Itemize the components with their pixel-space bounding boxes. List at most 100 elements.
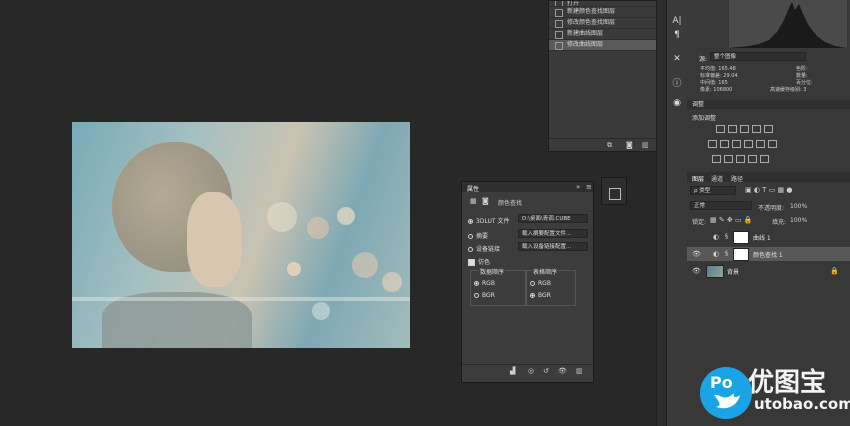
stat-percentile: 百分位: [796, 80, 813, 86]
invert-icon[interactable] [712, 155, 721, 163]
rgb-radio[interactable] [530, 281, 535, 286]
link-icon: § [725, 250, 728, 257]
table-order-bgr[interactable]: BGR [530, 292, 551, 299]
stat-mean: 平均值: 165.48 [700, 66, 736, 72]
camera-icon[interactable]: ◙ [626, 141, 633, 149]
hue-saturation-icon[interactable] [708, 140, 717, 148]
snapshot-doc-icon[interactable]: ⧉ [607, 141, 612, 150]
lut-file-select[interactable]: D:\桌面\青调.CUBE [518, 214, 588, 223]
properties-header: 属性 » ≡ [462, 182, 593, 193]
history-item[interactable]: 修改颜色查找图层 [549, 18, 657, 29]
libraries-icon[interactable]: ◉ [667, 98, 687, 108]
bird-logo-icon: Po [700, 367, 752, 419]
abstract-select[interactable]: 载入摘要配置文件... [518, 229, 588, 238]
layer-name: 曲线 1 [753, 235, 771, 242]
info-icon[interactable]: ⓘ [667, 76, 687, 89]
link-icon: § [725, 233, 728, 240]
selective-color-icon[interactable] [748, 155, 757, 163]
railing [72, 297, 410, 301]
curves-icon[interactable] [740, 125, 749, 133]
watermark-url: utobao.com [754, 395, 850, 413]
color-balance-icon[interactable] [720, 140, 729, 148]
stat-median: 中间值: 165 [700, 80, 728, 86]
history-item[interactable]: 新建曲线图层 [549, 29, 657, 40]
stat-cache-level: 高速缓存级别: 3 [770, 87, 807, 93]
layer-row-background[interactable]: 👁 背景 🔒 [687, 264, 850, 278]
bird-shape [714, 393, 740, 409]
lock-icons[interactable]: ▦ ✎ ✥ ▭ 🔒 [710, 216, 753, 224]
dither-checkbox[interactable] [468, 259, 475, 266]
mask-icon[interactable]: ◙ [482, 197, 489, 205]
layer-row-curves[interactable]: ◐ § 曲线 1 [687, 230, 850, 244]
gradient-map-icon[interactable] [760, 155, 769, 163]
blend-mode-select[interactable]: 正常 [690, 201, 752, 210]
canvas-image[interactable] [72, 122, 410, 348]
trash-icon[interactable]: ▥ [576, 367, 583, 375]
layers-tabbar: 图层 通道 路径 [687, 172, 850, 183]
background-thumbnail [706, 265, 724, 278]
device-link-select[interactable]: 载入设备链接配置... [518, 242, 588, 251]
stat-count: 数量: [796, 73, 808, 79]
layer-row-color-lookup[interactable]: 👁 ◐ § 颜色查找 1 [687, 247, 850, 261]
bgr-radio[interactable] [474, 293, 479, 298]
fill-value[interactable]: 100% [790, 217, 807, 224]
lut-radio[interactable] [468, 219, 473, 224]
abstract-radio[interactable] [468, 234, 473, 239]
abstract-option[interactable]: 摘要 [468, 231, 488, 240]
histogram-source-select[interactable]: 整个图像 [710, 52, 806, 61]
device-link-radio[interactable] [468, 247, 473, 252]
stat-pixels: 像素: 106800 [700, 87, 733, 93]
character-icon[interactable]: A| [667, 16, 687, 26]
stat-level: 色阶: [796, 66, 808, 72]
visibility-eye-icon[interactable]: 👁 [558, 367, 567, 375]
brightness-icon[interactable] [716, 125, 725, 133]
threshold-icon[interactable] [736, 155, 745, 163]
data-order-rgb[interactable]: RGB [474, 280, 495, 287]
history-item-selected[interactable]: 修改曲线图层 [549, 40, 657, 51]
adjustment-layer-icon: ◐ [713, 250, 720, 258]
layer-mask-thumbnail [733, 231, 749, 244]
color-lookup-icon[interactable] [768, 140, 777, 148]
posterize-icon[interactable] [724, 155, 733, 163]
history-step-icon [555, 31, 563, 39]
paragraph-icon[interactable]: ¶ [667, 30, 687, 40]
tab-paths[interactable]: 路径 [731, 174, 743, 183]
lut-option[interactable]: 3DLUT 文件 [468, 216, 509, 225]
visibility-eye-icon[interactable]: 👁 [692, 267, 701, 275]
opacity-value[interactable]: 100% [790, 203, 807, 210]
vibrance-icon[interactable] [764, 125, 773, 133]
bokeh-light [307, 217, 329, 239]
exposure-icon[interactable] [752, 125, 761, 133]
menu-icon[interactable]: ≡ [586, 183, 592, 191]
tools-cross-icon[interactable]: ✕ [667, 54, 687, 64]
history-item[interactable]: 新建颜色查找图层 [549, 7, 657, 18]
lock-label: 锁定: [692, 219, 707, 226]
layer-filter-icons[interactable]: ▣ ◐ T ▭ ▦ ● [745, 186, 792, 194]
trash-icon[interactable]: ▥ [642, 141, 649, 149]
channel-mixer-icon[interactable] [756, 140, 765, 148]
visibility-eye-icon[interactable]: 👁 [692, 250, 701, 258]
tab-layers[interactable]: 图层 [692, 174, 704, 183]
dither-option[interactable]: 仿色 [468, 257, 490, 266]
properties-icon[interactable] [609, 188, 621, 200]
rgb-radio[interactable] [474, 281, 479, 286]
data-order-bgr[interactable]: BGR [474, 292, 495, 299]
panel-name: 颜色查找 [498, 200, 523, 207]
table-order-rgb[interactable]: RGB [530, 280, 551, 287]
view-previous-icon[interactable]: ◎ [528, 367, 534, 375]
bgr-radio[interactable] [530, 293, 535, 298]
levels-icon[interactable] [728, 125, 737, 133]
bokeh-light [312, 302, 330, 320]
clip-to-layer-icon[interactable]: ▟ [510, 367, 515, 375]
history-step-icon [555, 9, 563, 17]
tab-channels[interactable]: 通道 [711, 174, 723, 183]
device-link-option[interactable]: 设备链接 [468, 244, 500, 253]
adjustments-title: 调整 [687, 100, 850, 109]
black-white-icon[interactable] [732, 140, 741, 148]
reset-icon[interactable]: ↺ [543, 367, 549, 375]
photo-filter-icon[interactable] [744, 140, 753, 148]
history-step-icon [555, 42, 563, 50]
collapse-icon[interactable]: » [576, 183, 580, 191]
data-order-label: 数据顺序 [479, 267, 506, 276]
layer-filter-select[interactable]: ρ 类型 [690, 186, 736, 195]
